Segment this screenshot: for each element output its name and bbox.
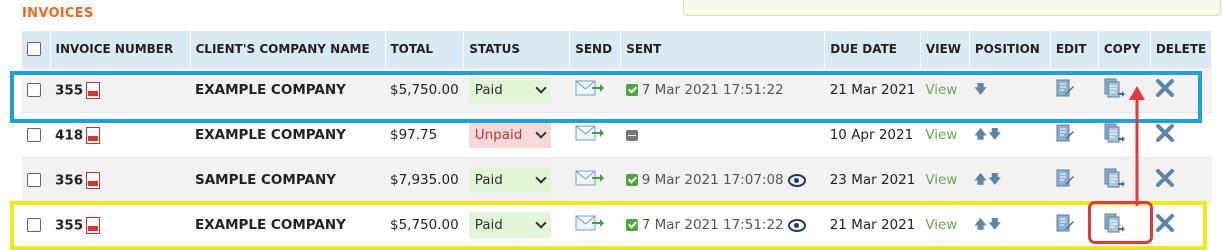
header-position: POSITION bbox=[969, 31, 1051, 68]
header-sent[interactable]: SENT bbox=[620, 31, 826, 68]
row-checkbox[interactable] bbox=[27, 128, 41, 142]
sent-date: 9 Mar 2021 17:07:08 bbox=[641, 172, 784, 188]
chevron-down-icon bbox=[535, 172, 547, 184]
status-value: Paid bbox=[474, 172, 503, 188]
top-info-panel bbox=[683, 0, 1221, 16]
move-up-icon[interactable]: 🡅 bbox=[974, 170, 986, 191]
due-date: 23 Mar 2021 bbox=[824, 157, 921, 203]
invoice-total: $7,935.00 bbox=[385, 157, 464, 203]
move-down-icon[interactable]: 🡇 bbox=[989, 170, 1001, 191]
invoice-number[interactable]: 418 bbox=[55, 127, 83, 143]
copy-icon[interactable] bbox=[1103, 168, 1126, 192]
status-select[interactable]: Paid bbox=[468, 167, 551, 193]
move-up-icon[interactable]: 🡅 bbox=[974, 125, 986, 146]
status-select[interactable]: Unpaid bbox=[468, 122, 551, 148]
header-view: VIEW bbox=[920, 31, 970, 68]
status-value: Unpaid bbox=[474, 127, 523, 143]
section-title: INVOICES bbox=[22, 6, 94, 21]
row-checkbox[interactable] bbox=[27, 173, 41, 187]
pdf-icon[interactable] bbox=[86, 126, 101, 144]
eye-icon[interactable] bbox=[787, 173, 806, 187]
send-email-icon[interactable] bbox=[575, 124, 605, 146]
not-sent-icon bbox=[625, 129, 638, 141]
header-status[interactable]: STATUS bbox=[463, 31, 571, 68]
edit-icon[interactable] bbox=[1055, 168, 1075, 192]
copied-invoice-highlight bbox=[10, 201, 1207, 250]
chevron-down-icon bbox=[535, 127, 547, 139]
invoice-number[interactable]: 356 bbox=[55, 172, 83, 188]
table-header-row: INVOICE NUMBER CLIENT'S COMPANY NAME TOT… bbox=[22, 31, 1213, 68]
delete-icon[interactable] bbox=[1155, 123, 1175, 147]
copy-icon[interactable] bbox=[1103, 123, 1126, 147]
move-down-icon[interactable]: 🡇 bbox=[989, 125, 1001, 146]
delete-icon[interactable] bbox=[1155, 168, 1175, 192]
header-edit: EDIT bbox=[1050, 31, 1099, 68]
view-link[interactable]: View bbox=[925, 172, 957, 188]
header-send: SEND bbox=[569, 31, 622, 68]
header-select-all[interactable] bbox=[22, 31, 51, 68]
select-all-checkbox[interactable] bbox=[27, 42, 41, 57]
view-link[interactable]: View bbox=[925, 127, 957, 143]
header-delete: DELETE bbox=[1150, 31, 1213, 68]
sent-check-icon bbox=[625, 174, 638, 186]
send-email-icon[interactable] bbox=[575, 169, 605, 191]
pdf-icon[interactable] bbox=[86, 171, 101, 189]
header-client[interactable]: CLIENT'S COMPANY NAME bbox=[190, 31, 386, 68]
header-total[interactable]: TOTAL bbox=[385, 31, 465, 68]
copy-arrow-annotation bbox=[1129, 86, 1145, 206]
client-name: SAMPLE COMPANY bbox=[190, 157, 385, 203]
header-invoice-number[interactable]: INVOICE NUMBER bbox=[50, 31, 191, 68]
header-copy: COPY bbox=[1098, 31, 1151, 68]
edit-icon[interactable] bbox=[1055, 123, 1075, 147]
header-due-date[interactable]: DUE DATE bbox=[824, 31, 921, 68]
original-invoice-highlight bbox=[10, 71, 1202, 123]
table-row: 356 SAMPLE COMPANY $7,935.00 Paid 9 Mar … bbox=[22, 157, 1212, 203]
